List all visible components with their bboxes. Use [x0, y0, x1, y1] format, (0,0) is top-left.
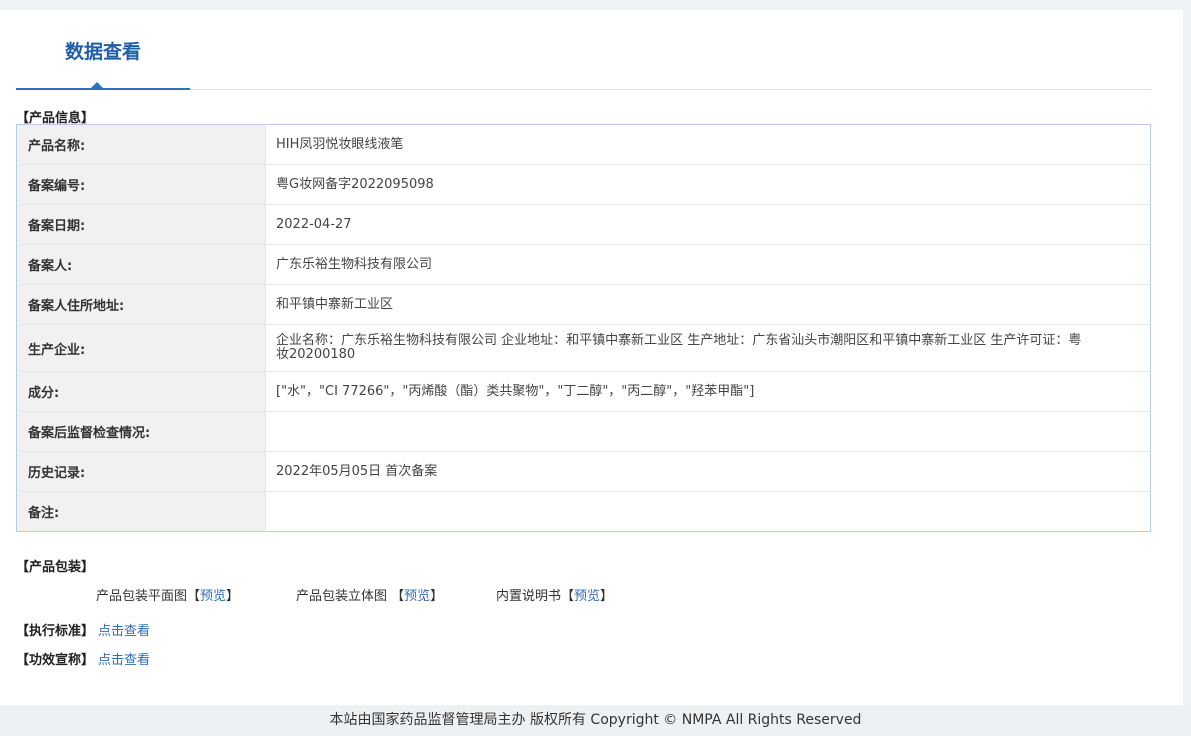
- tab-active-caret-icon: [91, 82, 103, 88]
- bracket-open: 【: [561, 589, 575, 604]
- table-row: 备案人: 广东乐裕生物科技有限公司: [16, 244, 1151, 285]
- row-value: 粤G妆网备字2022095098: [265, 164, 1151, 205]
- row-label: 备案日期:: [16, 204, 266, 245]
- preview-flat-link[interactable]: 预览: [200, 589, 226, 604]
- tab-label: 数据查看: [64, 41, 141, 63]
- row-value: 和平镇中寨新工业区: [265, 284, 1151, 325]
- table-row: 产品名称: HIH凤羽悦妆眼线液笔: [16, 124, 1151, 165]
- row-label: 备注:: [16, 491, 266, 532]
- standard-title: 【执行标准】: [16, 624, 95, 639]
- tab-data-view[interactable]: 数据查看: [16, 32, 190, 90]
- preview-manual-link[interactable]: 预览: [574, 589, 600, 604]
- table-row: 备注:: [16, 491, 1151, 532]
- table-row: 成分: ["水"，"CI 77266"，"丙烯酸（酯）类共聚物"，"丁二醇"，"…: [16, 371, 1151, 412]
- table-row: 生产企业: 企业名称：广东乐裕生物科技有限公司 企业地址：和平镇中寨新工业区 生…: [16, 324, 1151, 372]
- standard-row: 【执行标准】 点击查看: [16, 620, 150, 639]
- row-label: 备案后监督检查情况:: [16, 411, 266, 452]
- row-value: HIH凤羽悦妆眼线液笔: [265, 124, 1151, 165]
- row-label: 备案人住所地址:: [16, 284, 266, 325]
- row-label: 历史记录:: [16, 451, 266, 492]
- table-row: 备案编号: 粤G妆网备字2022095098: [16, 164, 1151, 205]
- bracket-open: 【: [391, 589, 405, 604]
- footer: 本站由国家药品监督管理局主办 版权所有 Copyright © NMPA All…: [0, 705, 1191, 736]
- row-value: 2022年05月05日 首次备案: [265, 451, 1151, 492]
- packaging-item-name: 内置说明书: [496, 589, 562, 604]
- row-value: ["水"，"CI 77266"，"丙烯酸（酯）类共聚物"，"丁二醇"，"丙二醇"…: [265, 371, 1151, 412]
- preview-3d-link[interactable]: 预览: [404, 589, 430, 604]
- row-label: 产品名称:: [16, 124, 266, 165]
- packaging-row: 产品包装平面图【预览】 产品包装立体图 【预览】 内置说明书【预览】: [0, 585, 1191, 604]
- table-row: 备案日期: 2022-04-27: [16, 204, 1151, 245]
- row-label: 备案人:: [16, 244, 266, 285]
- bracket-close: 】: [600, 589, 614, 604]
- bracket-close: 】: [430, 589, 444, 604]
- row-value: [266, 492, 1151, 532]
- efficacy-title: 【功效宣称】: [16, 653, 95, 668]
- packaging-item-name: 产品包装立体图: [296, 589, 392, 604]
- row-label: 生产企业:: [16, 324, 266, 372]
- efficacy-row: 【功效宣称】 点击查看: [16, 649, 150, 668]
- bracket-close: 】: [226, 589, 240, 604]
- packaging-item-3d: 产品包装立体图 【预览】: [296, 585, 443, 604]
- row-value: 广东乐裕生物科技有限公司: [265, 244, 1151, 285]
- footer-copyright: 本站由国家药品监督管理局主办 版权所有 Copyright © NMPA All…: [329, 712, 862, 728]
- packaging-item-flat: 产品包装平面图【预览】: [96, 585, 239, 604]
- packaging-title: 【产品包装】: [16, 560, 95, 575]
- bracket-open: 【: [187, 589, 201, 604]
- table-row: 备案人住所地址: 和平镇中寨新工业区: [16, 284, 1151, 325]
- row-label: 成分:: [16, 371, 266, 412]
- standard-view-link[interactable]: 点击查看: [98, 624, 150, 639]
- packaging-item-name: 产品包装平面图: [96, 589, 188, 604]
- packaging-item-manual: 内置说明书【预览】: [496, 585, 613, 604]
- row-value: 企业名称：广东乐裕生物科技有限公司 企业地址：和平镇中寨新工业区 生产地址：广东…: [265, 324, 1151, 372]
- product-info-table: 产品名称: HIH凤羽悦妆眼线液笔 备案编号: 粤G妆网备字2022095098…: [16, 124, 1151, 532]
- row-value: 2022-04-27: [265, 204, 1151, 245]
- table-row: 备案后监督检查情况:: [16, 411, 1151, 452]
- row-value: [265, 411, 1151, 452]
- table-row: 历史记录: 2022年05月05日 首次备案: [16, 451, 1151, 492]
- efficacy-view-link[interactable]: 点击查看: [98, 653, 150, 668]
- tab-bar: 数据查看: [16, 32, 1151, 90]
- row-label: 备案编号:: [16, 164, 266, 205]
